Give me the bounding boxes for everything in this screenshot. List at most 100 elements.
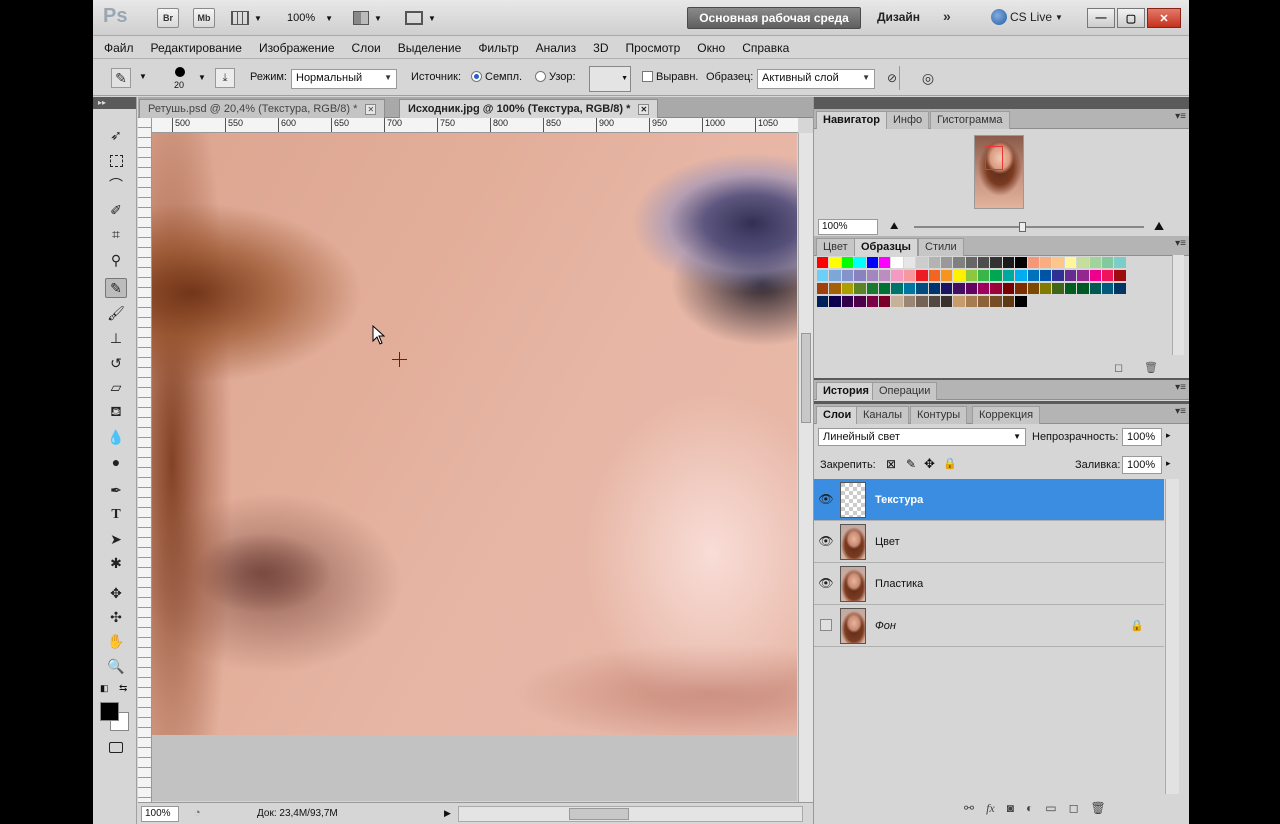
new-group-icon[interactable]: ▭ — [1045, 801, 1056, 816]
color-swatch[interactable] — [854, 283, 867, 295]
color-swatch[interactable] — [903, 296, 917, 308]
color-swatch[interactable] — [854, 257, 867, 269]
color-swatch[interactable] — [841, 270, 855, 282]
color-swatch[interactable] — [1114, 257, 1127, 269]
tab-retouch-psd[interactable]: Ретушь.psd @ 20,4% (Текстура, RGB/8) * ✕ — [139, 99, 386, 118]
color-swatch[interactable] — [965, 283, 979, 295]
minimize-button[interactable]: — — [1087, 8, 1115, 28]
zoom-out-icon[interactable]: ⛰ — [890, 221, 898, 232]
color-swatch[interactable] — [817, 283, 830, 295]
tab-info[interactable]: Инфо — [886, 111, 930, 129]
color-swatch[interactable] — [916, 257, 929, 269]
color-swatch[interactable] — [1040, 270, 1053, 282]
marquee-tool[interactable] — [105, 151, 127, 171]
crop-tool[interactable]: ⌗ — [105, 224, 127, 244]
visibility-toggle-empty-icon[interactable] — [820, 619, 832, 631]
source-sampled-radio[interactable]: Семпл. — [471, 71, 522, 83]
color-swatch[interactable] — [817, 270, 830, 282]
color-swatch[interactable] — [965, 296, 979, 308]
hand-tool[interactable]: ✋ — [105, 631, 127, 651]
arrange-documents-button[interactable]: ▼ — [353, 8, 389, 28]
color-swatch[interactable] — [891, 296, 904, 308]
layer-row[interactable]: Фон 🔒 — [814, 605, 1164, 647]
color-swatch[interactable] — [1089, 283, 1102, 295]
color-swatch[interactable] — [1040, 283, 1053, 295]
color-swatch[interactable] — [1002, 296, 1016, 308]
lasso-tool[interactable]: ⌒ — [105, 175, 127, 195]
trash-icon[interactable]: 🗑 — [1144, 361, 1158, 374]
color-swatch[interactable] — [1114, 270, 1127, 282]
workspace-essentials-button[interactable]: Основная рабочая среда — [687, 7, 861, 29]
color-swatch[interactable] — [817, 257, 830, 269]
brush-settings-button[interactable]: ⤓ — [215, 68, 235, 88]
color-swatch[interactable] — [903, 257, 917, 269]
zoom-field[interactable]: 100% — [141, 806, 179, 822]
close-tab-icon[interactable]: ✕ — [638, 104, 650, 115]
default-colors-icon[interactable]: ◧ — [100, 683, 109, 694]
more-workspaces-button[interactable]: » — [943, 8, 951, 24]
lock-image-icon[interactable]: ✎ — [906, 457, 916, 471]
color-swatch[interactable] — [940, 283, 954, 295]
fill-field[interactable]: 100% — [1122, 456, 1162, 474]
color-swatch[interactable] — [1077, 257, 1090, 269]
visibility-eye-icon[interactable]: 👁 — [818, 575, 834, 591]
screen-mode-button[interactable]: ▼ — [405, 8, 441, 28]
view-extras-button[interactable]: ▼ — [231, 8, 271, 28]
tab-history[interactable]: История — [816, 382, 876, 400]
brush-picker[interactable]: 20 ▼ — [167, 66, 206, 92]
maximize-button[interactable]: ▢ — [1117, 8, 1145, 28]
tab-layers[interactable]: Слои — [816, 406, 859, 424]
color-swatch[interactable] — [829, 296, 842, 308]
opacity-arrow-icon[interactable]: ▸ — [1166, 430, 1171, 441]
color-swatch[interactable] — [1052, 270, 1065, 282]
color-swatch[interactable] — [1015, 283, 1028, 295]
color-swatch[interactable] — [1052, 283, 1065, 295]
foreground-color-swatch[interactable] — [100, 702, 119, 721]
color-swatch[interactable] — [928, 283, 941, 295]
color-swatch[interactable] — [1064, 283, 1078, 295]
color-swatch[interactable] — [928, 296, 941, 308]
scrollbar-thumb[interactable] — [569, 808, 629, 820]
eyedropper-tool[interactable]: ⚲ — [105, 250, 127, 270]
layer-row[interactable]: 👁 Цвет — [814, 521, 1164, 563]
tab-channels[interactable]: Каналы — [856, 406, 910, 424]
panel-menu-icon[interactable]: ▾≡ — [1175, 111, 1186, 122]
menu-analysis[interactable]: Анализ — [536, 41, 577, 55]
brush-tool[interactable]: 🖌 — [105, 303, 127, 323]
close-button[interactable]: ✕ — [1147, 8, 1181, 28]
color-swatch[interactable] — [866, 257, 879, 269]
layer-style-icon[interactable]: fx — [986, 801, 995, 816]
color-swatch[interactable] — [891, 270, 904, 282]
color-swatch[interactable] — [1064, 270, 1078, 282]
color-swatch[interactable] — [903, 270, 917, 282]
color-swatch[interactable] — [866, 296, 879, 308]
menu-edit[interactable]: Редактирование — [151, 41, 242, 55]
3d-rotate-tool[interactable]: ✥ — [105, 583, 127, 603]
color-swatch[interactable] — [1027, 283, 1041, 295]
color-swatch[interactable] — [978, 257, 991, 269]
navigator-zoom-slider[interactable] — [914, 222, 1144, 232]
color-swatch[interactable] — [978, 296, 991, 308]
menu-layer[interactable]: Слои — [352, 41, 381, 55]
dock-header[interactable] — [814, 97, 1189, 109]
color-swatch[interactable] — [1015, 296, 1028, 308]
menu-filter[interactable]: Фильтр — [478, 41, 518, 55]
visibility-eye-icon[interactable]: 👁 — [818, 491, 834, 507]
color-swatch[interactable] — [1101, 257, 1115, 269]
color-swatch[interactable] — [1015, 257, 1028, 269]
source-pattern-radio[interactable]: Узор: — [535, 71, 576, 83]
pressure-size-button[interactable]: ◎ — [918, 68, 938, 88]
color-swatch[interactable] — [978, 283, 991, 295]
color-swatch[interactable] — [965, 270, 979, 282]
sample-dropdown[interactable]: Активный слой — [757, 69, 875, 89]
color-swatch[interactable] — [1040, 257, 1053, 269]
color-swatch[interactable] — [1077, 270, 1090, 282]
color-swatch[interactable] — [1077, 283, 1090, 295]
new-layer-icon[interactable]: ◻ — [1069, 801, 1079, 816]
color-swatch[interactable] — [928, 270, 941, 282]
color-swatch[interactable] — [891, 257, 904, 269]
type-tool[interactable]: T — [105, 505, 127, 525]
color-swatch[interactable] — [928, 257, 941, 269]
scrollbar-thumb[interactable] — [801, 333, 811, 423]
eraser-tool[interactable]: ▱ — [105, 377, 127, 397]
